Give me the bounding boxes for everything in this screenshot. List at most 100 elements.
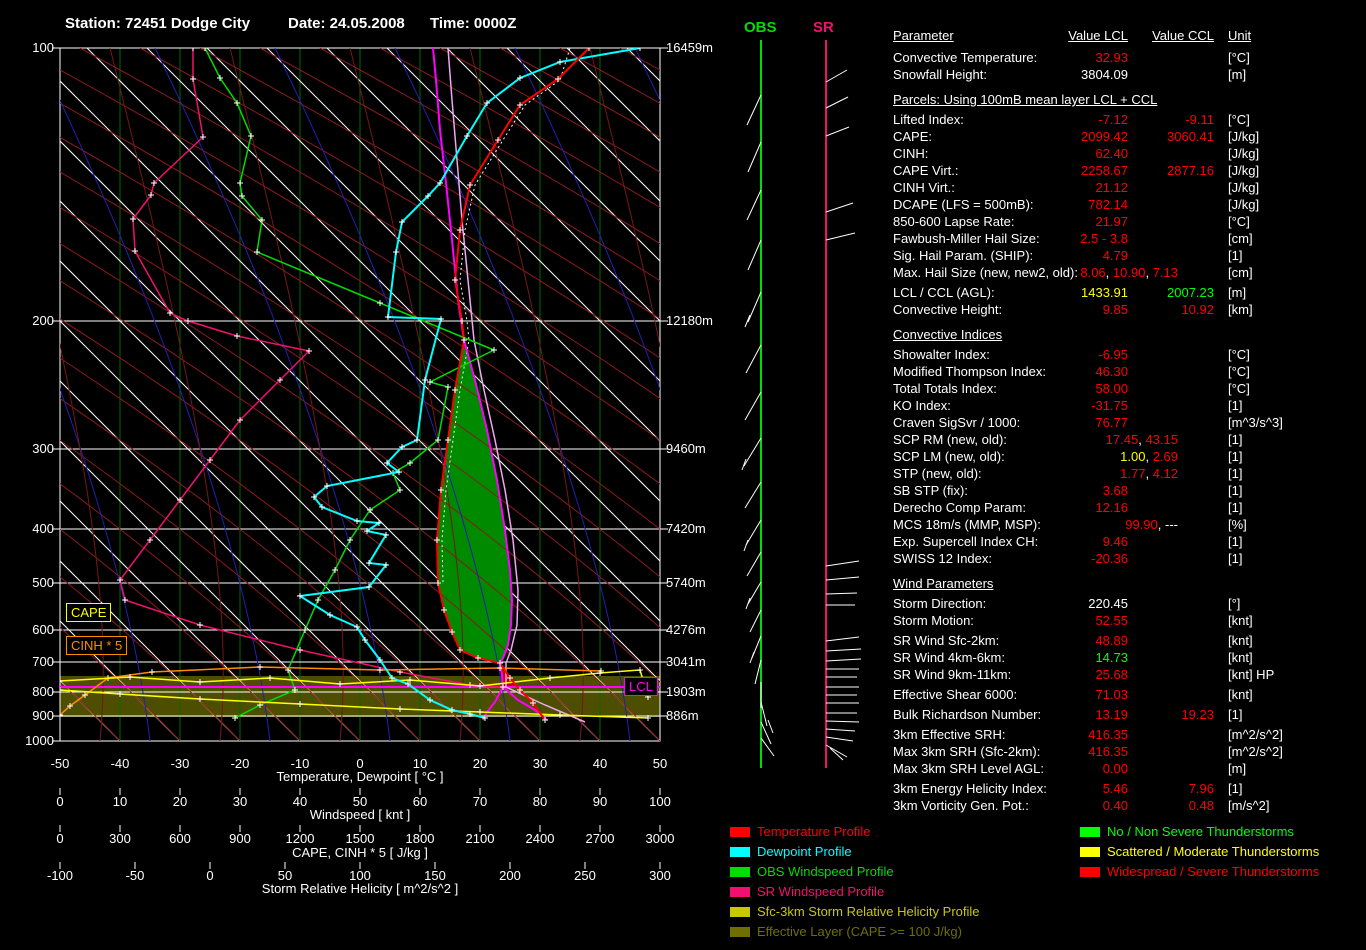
param-label: CINH Virt.: (893, 180, 955, 195)
value-part: [knt] (1228, 650, 1253, 665)
param-label: Storm Motion: (893, 613, 974, 628)
obs-wind-barb (768, 720, 773, 733)
value-part: 13.19 (1095, 707, 1128, 722)
value-part: [%] (1228, 517, 1247, 532)
value-part: KO Index: (893, 398, 951, 413)
storm-category-legend-item-swatch (1080, 867, 1100, 877)
param-unit: [m^3/s^3] (1228, 415, 1283, 430)
legend-item-swatch (730, 927, 750, 937)
height-label: 7420m (666, 521, 706, 536)
height-label: 16459m (666, 40, 713, 55)
cape-tick-label: 0 (30, 831, 90, 846)
obs-wind-barb (750, 610, 761, 632)
temperature-tick-label: -20 (210, 756, 270, 771)
value-part: 4.79 (1103, 248, 1128, 263)
param-unit: [1] (1228, 466, 1242, 481)
windspeed-tick-label: 80 (510, 794, 570, 809)
table-row: CINH Virt.: 21.12 [J/kg] (893, 180, 1363, 197)
sounding-app-window: Station: 72451 Dodge City Date: 24.05.20… (0, 0, 1366, 950)
value-part: 48.89 (1095, 633, 1128, 648)
value-part: 1433.91 (1081, 285, 1128, 300)
table-row: Showalter Index:-6.95[°C] (893, 347, 1363, 364)
param-value-ccl: 19.23 (1130, 707, 1214, 722)
cape-tick-label: 1500 (330, 831, 390, 846)
param-unit: [knt] (1228, 633, 1253, 648)
value-part: [1] (1228, 483, 1242, 498)
obs-wind-barb (747, 190, 761, 220)
srh-tick-label: 100 (330, 868, 390, 883)
table-row: SCP LM (new, old):1.00, 2.69[1] (893, 449, 1363, 466)
obs-wind-barb (745, 315, 750, 327)
value-part: Total Totals Index: (893, 381, 997, 396)
value-part: 12.16 (1095, 500, 1128, 515)
value-part: [knt] (1228, 633, 1253, 648)
value-part: 71.03 (1095, 687, 1128, 702)
value-part: -7.12 (1098, 112, 1128, 127)
param-unit: [J/kg] (1228, 180, 1259, 195)
value-part: 46.30 (1095, 364, 1128, 379)
sr-wind-barb (826, 561, 859, 566)
sr-wind-barb (826, 637, 859, 641)
param-unit: [1] (1228, 707, 1242, 722)
param-label: SR Wind 9km-11km: (893, 667, 1011, 682)
value-part: [°] (1228, 596, 1240, 611)
table-row: 850-600 Lapse Rate:21.97[°C] (893, 214, 1363, 231)
legend-item-label: OBS Windspeed Profile (757, 864, 894, 879)
param-unit: [1] (1228, 551, 1242, 566)
param-unit: [°C] (1228, 364, 1250, 379)
value-part: [°C] (1228, 112, 1250, 127)
param-unit: [km] (1228, 302, 1253, 317)
sr-wind-barb (826, 127, 849, 136)
param-unit: [1] (1228, 483, 1242, 498)
sr-wind-barb (826, 233, 855, 240)
obs-wind-barb (745, 392, 761, 420)
srh-tick-label: 0 (180, 868, 240, 883)
value-part: -20.36 (1091, 551, 1128, 566)
param-value-lcl: 0.40 (1000, 798, 1128, 813)
value-part: 7.96 (1189, 781, 1214, 796)
param-value-lcl: 21.12 (1000, 180, 1128, 195)
srh-tick-label: 250 (555, 868, 615, 883)
pressure-tick-label: 300 (12, 441, 54, 456)
value-part: [1] (1228, 551, 1242, 566)
value-part: [°C] (1228, 364, 1250, 379)
table-row: Craven SigSvr / 1000:76.77[m^3/s^3] (893, 415, 1363, 432)
value-part: SR Wind Sfc-2km: (893, 633, 999, 648)
windspeed-tick-label: 40 (270, 794, 330, 809)
value-part: 416.35 (1088, 727, 1128, 742)
param-value-multi: 99.90, --- (1028, 517, 1178, 532)
param-value-lcl: -31.75 (1000, 398, 1128, 413)
param-label: STP (new, old): (893, 466, 982, 481)
value-part: 3.68 (1103, 483, 1128, 498)
param-unit: [knt] HP (1228, 667, 1274, 682)
value-part: 850-600 Lapse Rate: (893, 214, 1014, 229)
param-unit: [knt] (1228, 687, 1253, 702)
value-part: 43.15 (1145, 432, 1178, 447)
param-label: SCP RM (new, old): (893, 432, 1007, 447)
param-label: CAPE Virt.: (893, 163, 959, 178)
value-part: 8.06 (1080, 265, 1105, 280)
windspeed-tick-label: 10 (90, 794, 150, 809)
table-row: Derecho Comp Param:12.16[1] (893, 500, 1363, 517)
value-part: [km] (1228, 302, 1253, 317)
value-part: [m^3/s^3] (1228, 415, 1283, 430)
value-part: , (1145, 265, 1152, 280)
storm-category-legend-item-label: Scattered / Moderate Thunderstorms (1107, 844, 1319, 859)
height-label: 3041m (666, 654, 706, 669)
value-part: SCP RM (new, old): (893, 432, 1007, 447)
param-label: Snowfall Height: (893, 67, 987, 82)
param-value-lcl: 52.55 (1000, 613, 1128, 628)
legend-item-swatch (730, 847, 750, 857)
dry-adiabat (20, 48, 1020, 741)
table-row: Storm Direction:220.45[°] (893, 596, 1363, 613)
table-row: Max. Hail Size (new, new2, old):8.06, 10… (893, 265, 1363, 282)
param-value-lcl: 416.35 (1000, 744, 1128, 759)
value-part: 14.73 (1095, 650, 1128, 665)
param-value-multi: 1.77, 4.12 (1028, 466, 1178, 481)
param-label: SWISS 12 Index: (893, 551, 992, 566)
param-unit: [1] (1228, 432, 1242, 447)
value-part: SWISS 12 Index: (893, 551, 992, 566)
value-part: 2.69 (1153, 449, 1178, 464)
windspeed-tick-label: 90 (570, 794, 630, 809)
param-value-lcl: 9.85 (1000, 302, 1128, 317)
